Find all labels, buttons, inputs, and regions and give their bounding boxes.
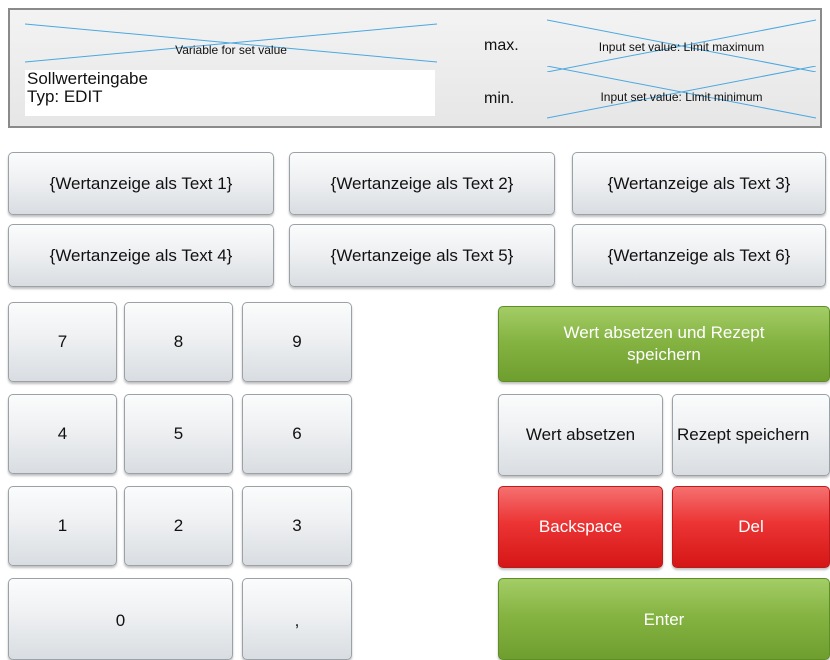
edit-field-line-2: Typ: EDIT bbox=[27, 87, 103, 106]
backspace-button[interactable]: Backspace bbox=[498, 486, 663, 568]
set-value-and-save-recipe-button[interactable]: Wert absetzen und Rezept speichern bbox=[498, 306, 830, 382]
value-text-button-6[interactable]: {Wertanzeige als Text 6} bbox=[572, 224, 826, 287]
value-text-button-5[interactable]: {Wertanzeige als Text 5} bbox=[289, 224, 555, 287]
max-label: max. bbox=[484, 37, 519, 54]
key-7[interactable]: 7 bbox=[8, 302, 117, 382]
save-recipe-button[interactable]: Rezept speichern bbox=[672, 394, 830, 476]
key-0[interactable]: 0 bbox=[8, 578, 233, 660]
key-9[interactable]: 9 bbox=[242, 302, 352, 382]
max-limit-placeholder-label: Input set value: Limit maximum bbox=[598, 40, 765, 54]
key-4[interactable]: 4 bbox=[8, 394, 117, 474]
enter-button[interactable]: Enter bbox=[498, 578, 830, 660]
set-value-button[interactable]: Wert absetzen bbox=[498, 394, 663, 476]
key-6[interactable]: 6 bbox=[242, 394, 352, 474]
edit-field-line-1: Sollwerteingabe bbox=[27, 70, 148, 88]
value-text-button-4[interactable]: {Wertanzeige als Text 4} bbox=[8, 224, 274, 287]
delete-button[interactable]: Del bbox=[672, 486, 830, 568]
key-5[interactable]: 5 bbox=[124, 394, 233, 474]
key-8[interactable]: 8 bbox=[124, 302, 233, 382]
setpoint-edit-field[interactable]: Sollwerteingabe Typ: EDIT bbox=[25, 70, 435, 116]
value-text-button-2[interactable]: {Wertanzeige als Text 2} bbox=[289, 152, 555, 215]
key-1[interactable]: 1 bbox=[8, 486, 117, 566]
key-comma[interactable]: , bbox=[242, 578, 352, 660]
set-value-panel: Variable for set value Sollwerteingabe T… bbox=[8, 8, 822, 128]
value-text-button-3[interactable]: {Wertanzeige als Text 3} bbox=[572, 152, 826, 215]
key-3[interactable]: 3 bbox=[242, 486, 352, 566]
value-text-button-1[interactable]: {Wertanzeige als Text 1} bbox=[8, 152, 274, 215]
min-limit-placeholder-label: Input set value: Limit minimum bbox=[600, 90, 763, 104]
variable-placeholder-label: Variable for set value bbox=[175, 43, 287, 57]
variable-placeholder: Variable for set value bbox=[25, 18, 437, 68]
min-label: min. bbox=[484, 90, 515, 107]
min-limit-placeholder: Input set value: Limit minimum bbox=[547, 66, 816, 122]
key-2[interactable]: 2 bbox=[124, 486, 233, 566]
max-limit-placeholder: Input set value: Limit maximum bbox=[547, 16, 816, 72]
